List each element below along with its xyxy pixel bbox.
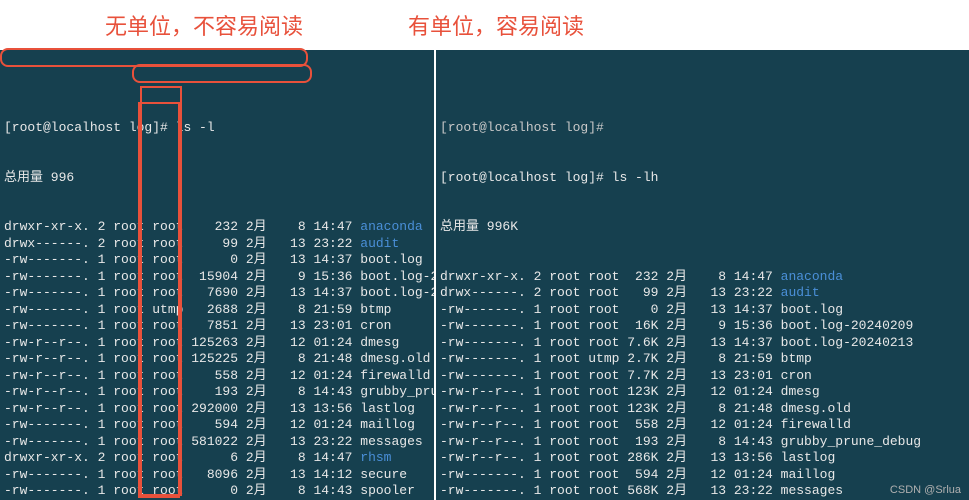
file-name: maillog	[360, 417, 415, 432]
file-name: cron	[360, 318, 391, 333]
file-row: -rw-------. 1 root root 7690 2月 13 14:37…	[4, 285, 434, 302]
file-name: lastlog	[360, 401, 415, 416]
file-name: btmp	[360, 302, 391, 317]
file-row: -rw-------. 1 root root 7851 2月 13 23:01…	[4, 318, 434, 335]
file-name: anaconda	[360, 219, 422, 234]
file-row: -rw-r--r--. 1 root root 125225 2月 8 21:4…	[4, 351, 434, 368]
prompt-line-right: [root@localhost log]# ls -lh	[440, 170, 969, 187]
file-row: -rw-------. 1 root root 0 2月 13 14:37 bo…	[4, 252, 434, 269]
file-row: -rw-------. 1 root root 0 2月 8 14:43 spo…	[4, 483, 434, 500]
file-row: -rw-------. 1 root root 0 2月 13 14:37 bo…	[440, 302, 969, 319]
file-name: dmesg	[781, 384, 820, 399]
label-no-unit: 无单位，不容易阅读	[105, 9, 303, 41]
file-row: -rw-------. 1 root root 594 2月 12 01:24 …	[4, 417, 434, 434]
file-name: messages	[781, 483, 843, 498]
terminal-right[interactable]: [root@localhost log]# [root@localhost lo…	[436, 50, 969, 500]
file-name: boot.log-20240209	[360, 269, 434, 284]
annotation-header: 无单位，不容易阅读 有单位，容易阅读	[0, 0, 969, 50]
file-row: -rw-------. 1 root root 15904 2月 9 15:36…	[4, 269, 434, 286]
file-name: lastlog	[781, 450, 836, 465]
file-row: -rw-r--r--. 1 root root 558 2月 12 01:24 …	[4, 368, 434, 385]
file-row: -rw-------. 1 root root 8096 2月 13 14:12…	[4, 467, 434, 484]
file-name: boot.log	[360, 252, 422, 267]
command-text: ls -lh	[612, 170, 659, 185]
file-row: -rw-r--r--. 1 root root 125263 2月 12 01:…	[4, 335, 434, 352]
file-row: -rw-r--r--. 1 root root 123K 2月 8 21:48 …	[440, 401, 969, 418]
prompt-text: [root@localhost log]#	[440, 170, 612, 185]
file-name: btmp	[781, 351, 812, 366]
file-row: -rw-------. 1 root utmp 2688 2月 8 21:59 …	[4, 302, 434, 319]
file-name: grubby_prune_debug	[360, 384, 434, 399]
file-name: boot.log-20240213	[360, 285, 434, 300]
file-name: audit	[781, 285, 820, 300]
file-name: spooler	[360, 483, 415, 498]
file-row: -rw-------. 1 root root 594 2月 12 01:24 …	[440, 467, 969, 484]
file-name: audit	[360, 236, 399, 251]
file-name: anaconda	[781, 269, 843, 284]
file-name: dmesg.old	[360, 351, 430, 366]
file-row: -rw-r--r--. 1 root root 286K 2月 13 13:56…	[440, 450, 969, 467]
file-row: -rw-------. 1 root root 16K 2月 9 15:36 b…	[440, 318, 969, 335]
file-name: boot.log	[781, 302, 843, 317]
file-name: boot.log-20240209	[781, 318, 914, 333]
file-row: drwxr-xr-x. 2 root root 232 2月 8 14:47 a…	[440, 269, 969, 286]
file-name: boot.log-20240213	[781, 335, 914, 350]
file-row: -rw-r--r--. 1 root root 292000 2月 13 13:…	[4, 401, 434, 418]
label-with-unit: 有单位，容易阅读	[408, 9, 584, 41]
truncated-header: [root@localhost log]#	[440, 120, 969, 137]
file-row: -rw-------. 1 root root 7.7K 2月 13 23:01…	[440, 368, 969, 385]
listing-right: drwxr-xr-x. 2 root root 232 2月 8 14:47 a…	[440, 269, 969, 500]
file-row: -rw-------. 1 root root 581022 2月 13 23:…	[4, 434, 434, 451]
file-row: -rw-r--r--. 1 root root 193 2月 8 14:43 g…	[440, 434, 969, 451]
file-row: -rw-------. 1 root root 7.6K 2月 13 14:37…	[440, 335, 969, 352]
file-row: drwxr-xr-x. 2 root root 6 2月 8 14:47 rhs…	[4, 450, 434, 467]
file-row: -rw-------. 1 root utmp 2.7K 2月 8 21:59 …	[440, 351, 969, 368]
file-name: firewalld	[360, 368, 430, 383]
file-name: secure	[360, 467, 407, 482]
file-row: -rw-r--r--. 1 root root 193 2月 8 14:43 g…	[4, 384, 434, 401]
file-name: maillog	[781, 467, 836, 482]
prompt-line-left: [root@localhost log]# ls -l	[4, 120, 434, 137]
file-row: -rw-r--r--. 1 root root 558 2月 12 01:24 …	[440, 417, 969, 434]
file-row: drwxr-xr-x. 2 root root 232 2月 8 14:47 a…	[4, 219, 434, 236]
file-name: grubby_prune_debug	[781, 434, 921, 449]
file-row: drwx------. 2 root root 99 2月 13 23:22 a…	[440, 285, 969, 302]
file-name: dmesg.old	[781, 401, 851, 416]
watermark: CSDN @Srlua	[890, 484, 961, 496]
total-line-left: 总用量 996	[4, 170, 434, 187]
file-name: rhsm	[360, 450, 391, 465]
terminal-left[interactable]: [root@localhost log]# ls -l 总用量 996 drwx…	[0, 50, 434, 500]
file-row: drwx------. 2 root root 99 2月 13 23:22 a…	[4, 236, 434, 253]
listing-left: drwxr-xr-x. 2 root root 232 2月 8 14:47 a…	[4, 219, 434, 500]
file-row: -rw-r--r--. 1 root root 123K 2月 12 01:24…	[440, 384, 969, 401]
file-name: messages	[360, 434, 422, 449]
file-name: cron	[781, 368, 812, 383]
file-name: dmesg	[360, 335, 399, 350]
total-line-right: 总用量 996K	[440, 219, 969, 236]
terminal-panels: [root@localhost log]# ls -l 总用量 996 drwx…	[0, 50, 969, 500]
file-name: firewalld	[781, 417, 851, 432]
